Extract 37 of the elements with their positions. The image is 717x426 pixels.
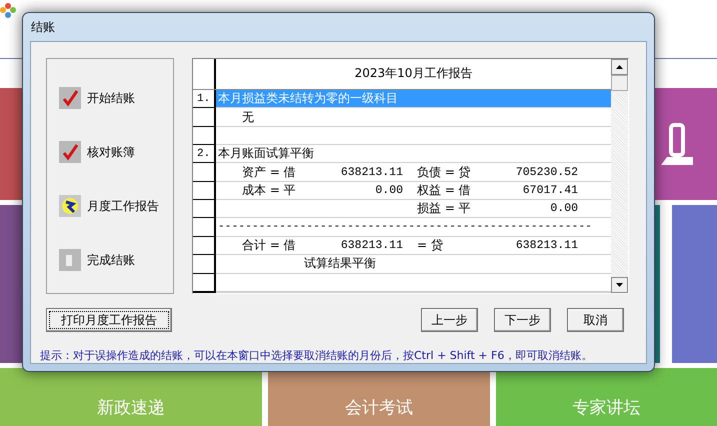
report-row[interactable]: 资产 = 借 638213.11 负债 = 贷 705230.52	[216, 163, 611, 182]
index-cell	[193, 218, 216, 237]
index-cell	[193, 200, 216, 218]
index-cell	[193, 236, 216, 256]
wizard-button[interactable]: 取消	[567, 308, 624, 332]
index-cell: 2.	[193, 145, 216, 164]
report-row[interactable]: 本月账面试算平衡	[216, 145, 611, 164]
hint-text: 提示：对于误操作造成的结账，可以在本窗口中选择要取消结账的月份后，按Ctrl + Shift + F6，即可取消结账。	[40, 348, 594, 363]
report-row[interactable]: -------------------------------------------------------	[216, 218, 611, 237]
report-row[interactable]: 合计 = 借 638213.11 = 贷 638213.11	[216, 236, 611, 256]
index-cell	[193, 274, 216, 292]
index-cell	[193, 182, 216, 200]
tile-label: 新政速递	[97, 397, 165, 419]
report-row[interactable]: 无	[216, 108, 611, 127]
print-report-button[interactable]: 打印月度工作报告	[46, 308, 172, 332]
index-cell	[193, 126, 216, 146]
vertical-scrollbar[interactable]	[611, 59, 628, 293]
wizard-button[interactable]: 上一步	[421, 308, 478, 332]
report-row[interactable]: 损益 = 平 0.00	[216, 200, 611, 218]
window-title: 结账	[31, 18, 55, 36]
tile-label: 专家讲坛	[572, 397, 640, 419]
index-cell	[193, 255, 216, 274]
wizard-button[interactable]: 下一步	[494, 308, 551, 332]
step-label: 开始结账	[87, 90, 135, 106]
report-row[interactable]: 试算结果平衡	[216, 255, 611, 274]
scroll-up-icon[interactable]	[611, 59, 628, 75]
index-cell	[193, 163, 216, 182]
report-title: 2023年10月工作报告	[354, 65, 472, 82]
step-label: 完成结账	[87, 252, 135, 268]
report-row[interactable]: 成本 = 平 0.00 权益 = 借 67017.41	[216, 182, 611, 200]
scroll-down-icon[interactable]	[611, 277, 628, 293]
index-cell	[193, 108, 216, 127]
step-label: 月度工作报告	[87, 198, 159, 214]
scroll-thumb[interactable]	[611, 75, 628, 91]
tile-label: 会计考试	[344, 397, 413, 419]
flower-logo-icon	[0, 2, 16, 20]
step-label: 核对账簿	[87, 144, 135, 160]
